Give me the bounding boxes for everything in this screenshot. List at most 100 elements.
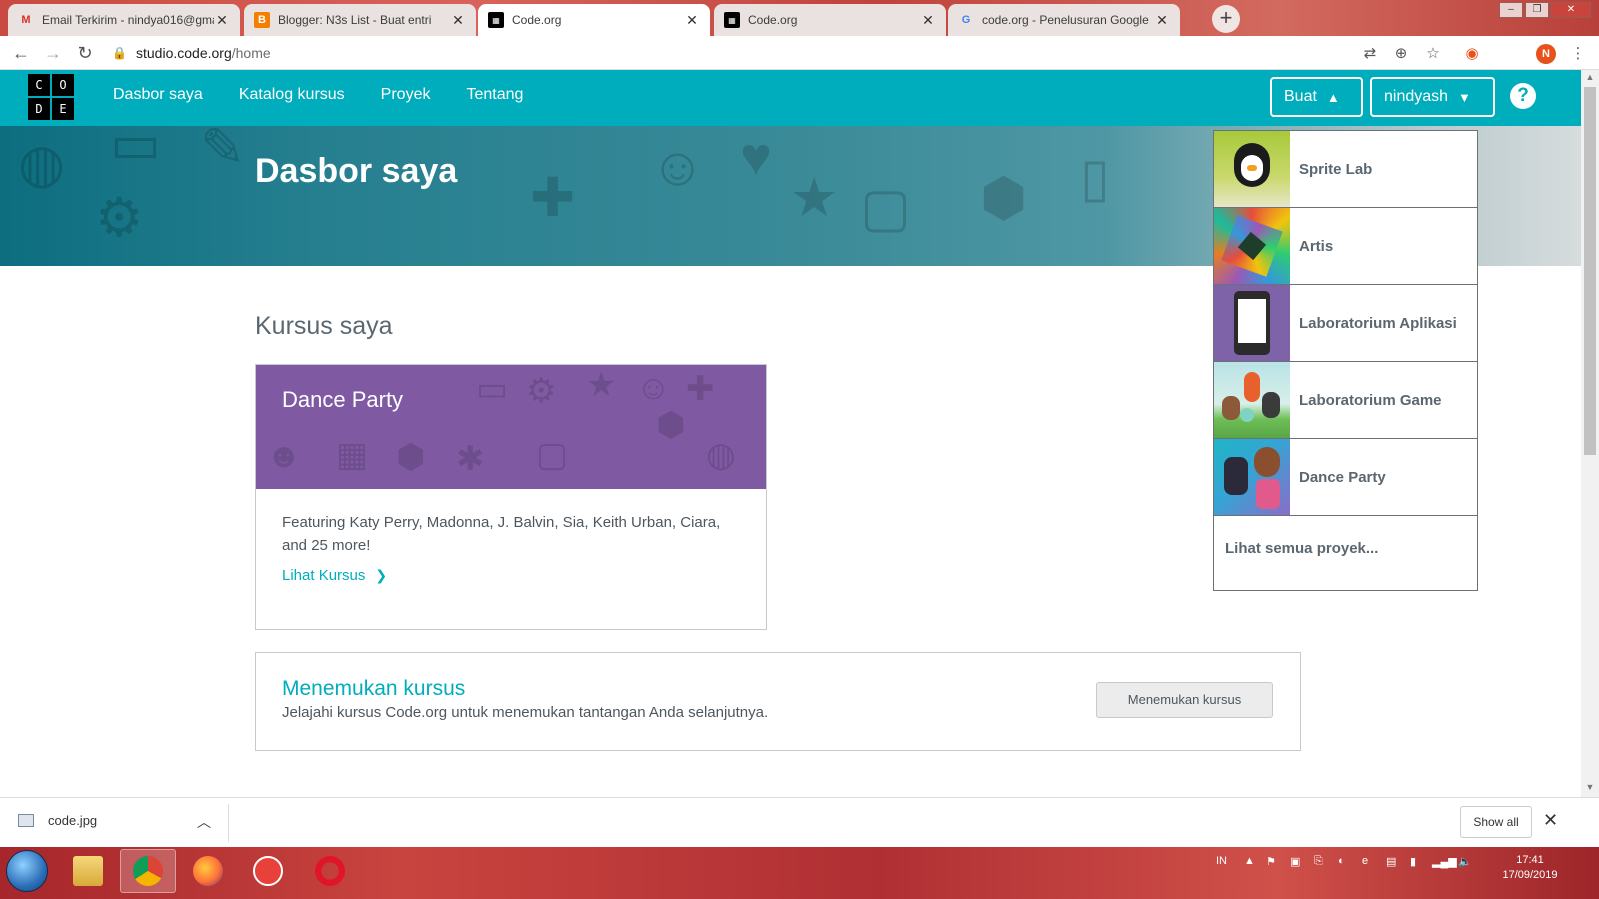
bulb-icon: ✱ [456,440,485,478]
menu-item-laboratorium-aplikasi[interactable]: Laboratorium Aplikasi [1214,285,1477,362]
taskbar-explorer[interactable] [60,849,116,893]
browser-tab-codeorg[interactable]: ▦ Code.org ✕ [714,4,946,36]
globe-icon: ◍ [706,436,736,474]
create-button[interactable]: Buat ▲ [1270,77,1363,117]
artist-thumbnail [1214,208,1290,284]
codeorg-logo[interactable]: C O D E [28,74,74,120]
divider [228,804,229,842]
url-path: /home [231,45,271,61]
new-tab-button[interactable]: + [1212,5,1240,33]
globe-icon: ◍ [18,134,66,194]
bookmark-star-icon[interactable]: ☆ [1423,44,1443,64]
close-tab-icon[interactable]: ✕ [214,12,230,29]
network-icon[interactable]: ▣ [1290,855,1300,868]
menu-item-sprite-lab[interactable]: Sprite Lab [1214,131,1477,208]
taskbar-opera[interactable] [302,849,358,893]
back-icon[interactable]: ← [10,42,32,64]
tablet-icon: ▢ [860,178,912,238]
browser-tab-strip: M Email Terkirim - nindya016@gma ✕ B Blo… [0,0,1599,36]
tab-title: Email Terkirim - nindya016@gma [42,13,214,27]
nav-proyek[interactable]: Proyek [381,86,431,104]
zoom-icon[interactable]: ⊕ [1391,44,1411,64]
translate-icon[interactable]: ⇄ [1360,44,1380,64]
extension-icon[interactable]: ◉ [1462,44,1482,64]
clock-time: 17:41 [1516,854,1544,866]
nav-katalog-kursus[interactable]: Katalog kursus [239,86,345,104]
app-tray-icon[interactable]: ◐ [1338,855,1345,867]
nav-tentang[interactable]: Tentang [466,86,523,104]
restore-icon[interactable]: ❐ [1525,2,1549,18]
flag-icon[interactable]: ⚑ [1266,855,1276,868]
browser-tab-codeorg-active[interactable]: ▦ Code.org ✕ [478,4,710,36]
menu-item-label: Artis [1299,237,1334,255]
close-tab-icon[interactable]: ✕ [684,12,700,29]
chrome-icon [133,856,163,886]
forward-icon[interactable]: → [42,42,64,64]
taskbar-app[interactable] [240,849,296,893]
pencil-icon: ✎ [200,126,246,178]
chrome-menu-icon[interactable]: ⋮ [1568,44,1588,64]
windows-taskbar: IN ▲ ⚑ ▣ ⎘ ◐ e ▤ ▮ ▂▄▆ 🔈 17:41 17/09/201… [0,847,1599,899]
address-bar[interactable]: 🔒 studio.code.org/home [112,40,1440,66]
close-tab-icon[interactable]: ✕ [920,12,936,29]
scroll-up-icon[interactable]: ▲ [1581,72,1599,82]
help-icon[interactable]: ? [1510,83,1536,109]
course-card-header: ▭ ⚙ ★ ☺ ✚ ☻ ▦ ⬢ ✱ ▢ ⬢ ◍ Dance Party [256,365,766,489]
user-menu-button[interactable]: nindyash ▼ [1370,77,1495,117]
volume-icon[interactable]: 🔈 [1458,855,1472,868]
star-icon: ★ [790,168,839,228]
taskbar-chrome[interactable] [120,849,176,893]
tray-arrow-icon[interactable]: ▲ [1244,855,1255,867]
close-download-bar-icon[interactable]: ✕ [1543,810,1558,831]
create-label: Buat [1284,88,1317,105]
screen-icon[interactable]: ▤ [1386,855,1396,868]
heart-icon: ♥ [740,127,773,187]
edge-icon[interactable]: e [1362,855,1368,867]
menu-item-dance-party[interactable]: Dance Party [1214,439,1477,516]
course-card-dance-party[interactable]: ▭ ⚙ ★ ☺ ✚ ☻ ▦ ⬢ ✱ ▢ ⬢ ◍ Dance Party Feat… [255,364,767,630]
signal-icon[interactable]: ▂▄▆ [1432,855,1457,868]
main-nav: Dasbor saya Katalog kursus Proyek Tentan… [113,86,523,104]
discover-courses-button[interactable]: Menemukan kursus [1096,682,1273,718]
scroll-down-icon[interactable]: ▼ [1581,782,1599,792]
sprite-lab-thumbnail [1214,131,1290,207]
close-window-icon[interactable]: ✕ [1551,2,1591,18]
nav-dasbor-saya[interactable]: Dasbor saya [113,86,203,104]
clock-date: 17/09/2019 [1502,869,1558,881]
app-lab-thumbnail [1214,285,1290,361]
show-all-downloads-button[interactable]: Show all [1460,806,1532,838]
taskbar-firefox[interactable] [180,849,236,893]
codeorg-icon: ▦ [488,12,504,28]
reload-icon[interactable]: ↻ [74,42,96,64]
menu-item-laboratorium-game[interactable]: Laboratorium Game [1214,362,1477,439]
usb-icon[interactable]: ⎘ [1314,855,1323,868]
head-icon: ☺ [636,369,671,407]
language-indicator[interactable]: IN [1216,855,1227,867]
game-lab-thumbnail [1214,362,1290,438]
battery-icon[interactable]: ▮ [1410,855,1416,868]
system-clock[interactable]: 17:41 17/09/2019 [1500,853,1560,883]
view-all-projects-link[interactable]: Lihat semua proyek... [1225,540,1378,557]
browser-tab-google[interactable]: G code.org - Penelusuran Google ✕ [948,4,1180,36]
head-icon: ☺ [650,137,706,197]
scrollbar-thumb[interactable] [1584,87,1596,455]
menu-item-artis[interactable]: Artis [1214,208,1477,285]
browser-tab-gmail[interactable]: M Email Terkirim - nindya016@gma ✕ [8,4,240,36]
url-host: studio.code.org [136,45,232,61]
chevron-up-icon[interactable]: ︿ [197,812,211,832]
browser-toolbar: ← → ↻ 🔒 studio.code.org/home ⇄ ⊕ ☆ ◉ N ⋮ [0,36,1599,70]
page-scrollbar[interactable]: ▲ ▼ [1581,70,1599,797]
browser-tab-blogger[interactable]: B Blogger: N3s List - Buat entri ✕ [244,4,476,36]
close-tab-icon[interactable]: ✕ [450,12,466,29]
view-course-link[interactable]: Lihat Kursus ❯ [282,567,387,584]
course-card-title[interactable]: Dance Party [282,387,403,413]
close-tab-icon[interactable]: ✕ [1154,12,1170,29]
tab-title: Code.org [512,13,562,27]
start-button[interactable] [6,850,48,892]
lock-icon: 🔒 [112,46,127,60]
view-course-label: Lihat Kursus [282,567,366,584]
download-item[interactable]: code.jpg [18,813,97,828]
hexagon-icon: ⬢ [396,438,426,476]
profile-avatar[interactable]: N [1536,44,1556,64]
minimize-icon[interactable]: – [1499,2,1523,18]
